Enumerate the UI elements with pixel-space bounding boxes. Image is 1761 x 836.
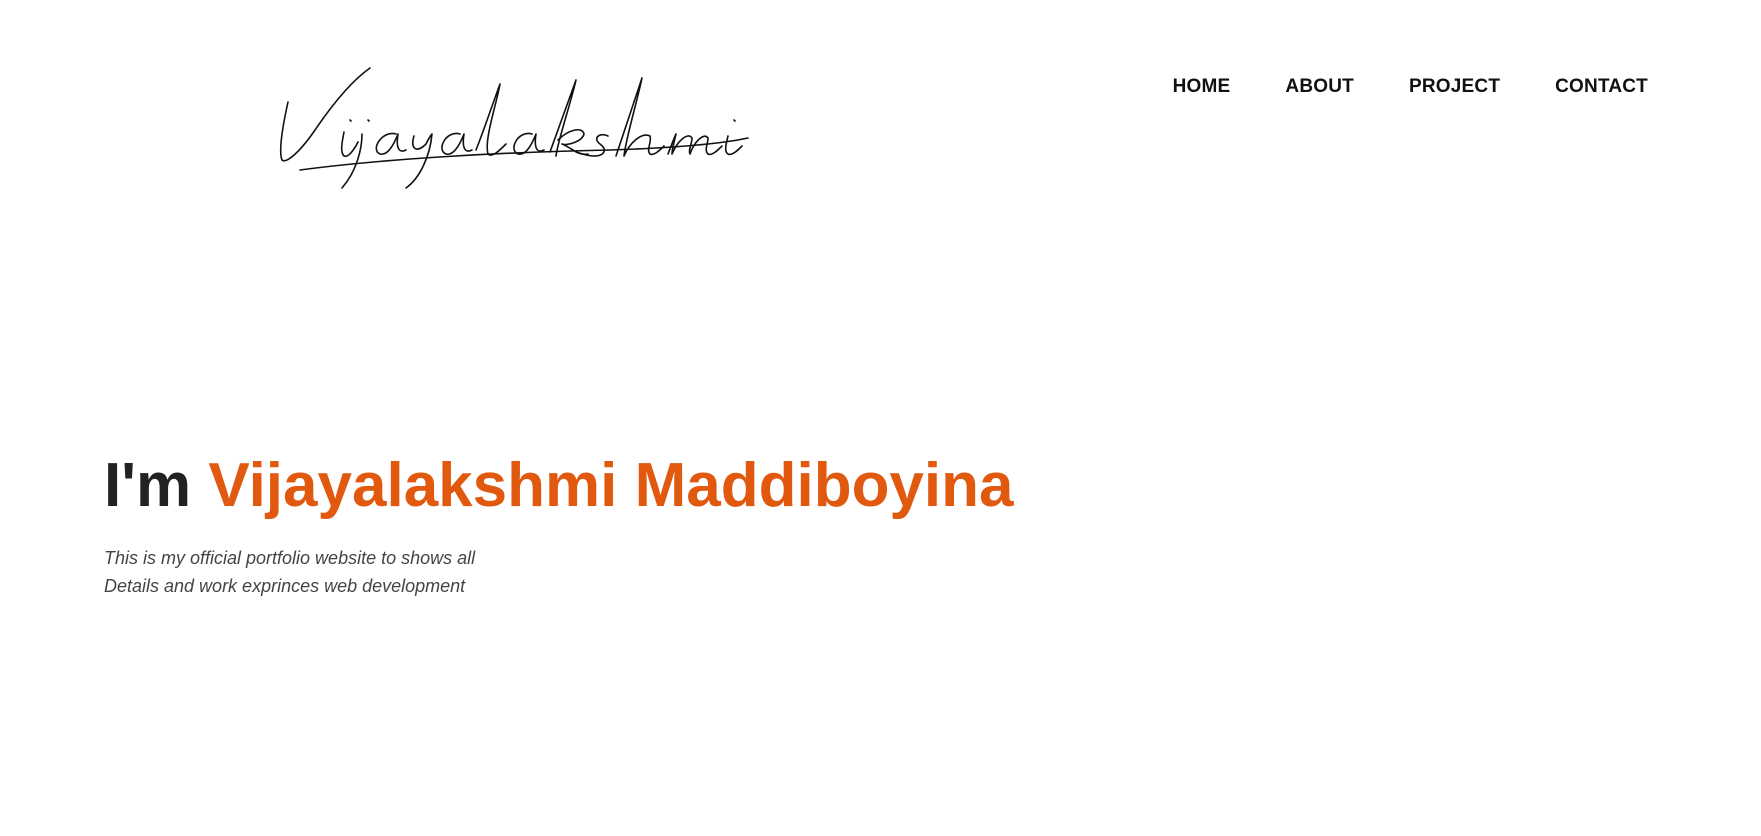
hero-description-line-1: This is my official portfolio website to…: [104, 548, 476, 568]
nav-link-home[interactable]: HOME: [1173, 76, 1231, 97]
nav-item-project: PROJECT: [1409, 76, 1500, 98]
nav-item-home: HOME: [1173, 76, 1231, 98]
nav-item-contact: CONTACT: [1555, 76, 1648, 98]
signature-logo[interactable]: [270, 60, 750, 190]
nav-link-about[interactable]: ABOUT: [1285, 76, 1354, 97]
site-header: HOME ABOUT PROJECT CONTACT: [0, 0, 1761, 200]
hero-description-line-2: Details and work exprinces web developme…: [104, 576, 466, 596]
hero-name: Vijayalakshmi Maddiboyina: [208, 451, 1014, 520]
nav-link-project[interactable]: PROJECT: [1409, 76, 1500, 97]
main-nav: HOME ABOUT PROJECT CONTACT: [1173, 76, 1648, 98]
nav-item-about: ABOUT: [1285, 76, 1354, 98]
signature-logo-graphic: [279, 67, 749, 189]
nav-link-contact[interactable]: CONTACT: [1555, 76, 1648, 97]
hero-section: I'm Vijayalakshmi Maddiboyina This is my…: [104, 450, 1304, 600]
hero-description: This is my official portfolio website to…: [104, 544, 564, 600]
hero-title: I'm Vijayalakshmi Maddiboyina: [104, 450, 1304, 522]
hero-prefix: I'm: [104, 451, 192, 520]
